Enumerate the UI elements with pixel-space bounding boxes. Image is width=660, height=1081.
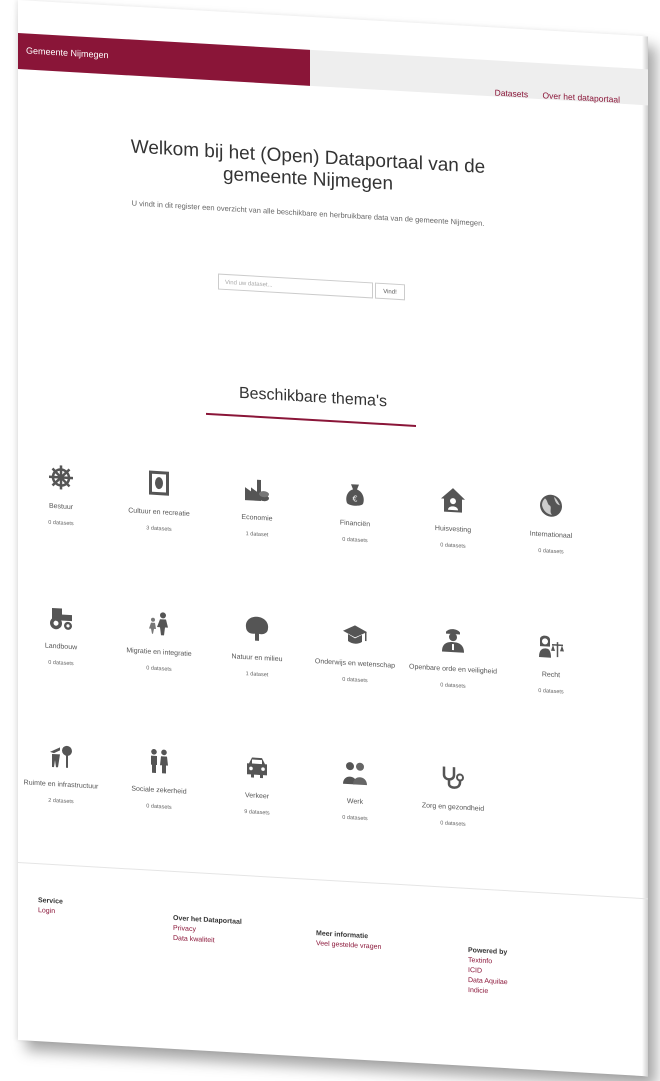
tractor-icon (48, 604, 74, 631)
theme-count: 2 datasets (48, 797, 74, 806)
police-officer-icon (440, 626, 466, 653)
construction-icon (48, 742, 74, 769)
brand-name: Gemeente Nijmegen (26, 45, 109, 61)
search-input[interactable]: Vind uw dataset... (218, 273, 373, 299)
theme-tile-natuur[interactable]: Natuur en milieu 1 dataset (212, 613, 302, 680)
theme-count: 0 datasets (146, 665, 172, 673)
nav-link-datasets[interactable]: Datasets (495, 87, 529, 99)
theme-label: Cultuur en recreatie (128, 507, 190, 518)
theme-label: Natuur en milieu (231, 653, 283, 664)
theme-count: 0 datasets (440, 820, 466, 828)
theme-label: Financiën (339, 519, 371, 529)
theme-count: 9 datasets (244, 809, 270, 817)
theme-tile-internationaal[interactable]: Internationaal 0 datasets (506, 490, 596, 557)
workers-icon (342, 759, 368, 786)
house-icon (440, 486, 466, 513)
migration-icon (146, 609, 172, 636)
theme-label: Werk (346, 797, 364, 806)
car-icon (244, 753, 270, 780)
theme-count: 0 datasets (48, 519, 74, 528)
theme-tile-openbare-orde[interactable]: Openbare orde en veiligheid 0 datasets (408, 624, 498, 691)
theme-tile-economie[interactable]: Economie 1 dataset (212, 473, 302, 540)
graduation-cap-icon (342, 621, 368, 648)
theme-label: Verkeer (244, 792, 270, 801)
theme-count: 0 datasets (146, 803, 172, 811)
theme-label: Bestuur (48, 502, 74, 512)
family-icon (146, 747, 172, 774)
theme-tile-bestuur[interactable]: Bestuur 0 datasets (18, 462, 106, 529)
ship-wheel-icon (48, 464, 74, 491)
page-edge-shading (642, 35, 648, 1077)
theme-label: Zorg en gezondheid (421, 802, 485, 813)
theme-count: 3 datasets (146, 525, 172, 533)
theme-label: Landbouw (44, 642, 78, 652)
search-form: Vind uw dataset... Vind! (218, 273, 408, 303)
theme-tile-migratie[interactable]: Migratie en integratie 0 datasets (114, 608, 204, 675)
theme-tile-landbouw[interactable]: Landbouw 0 datasets (18, 602, 106, 669)
theme-count: 0 datasets (342, 676, 368, 685)
theme-label: Migratie en integratie (126, 647, 192, 659)
theme-label: Onderwijs en wetenschap (314, 658, 396, 670)
footer-meer: Meer informatie Veel gestelde vragen (316, 929, 381, 953)
theme-label: Sociale zekerheid (131, 785, 187, 796)
brand-bar[interactable]: Gemeente Nijmegen (18, 33, 310, 86)
theme-tile-huisvesting[interactable]: Huisvesting 0 datasets (408, 484, 498, 551)
stethoscope-icon (440, 764, 466, 791)
theme-count: 1 dataset (245, 531, 269, 539)
theme-tile-sociale-zekerheid[interactable]: Sociale zekerheid 0 datasets (114, 746, 204, 813)
page-card: Gemeente Nijmegen Datasets Over het data… (18, 0, 648, 1077)
page-subtitle: U vindt in dit register een overzicht va… (131, 198, 485, 228)
factory-coins-icon (244, 475, 270, 502)
theme-label: Economie (241, 513, 273, 523)
theme-label: Huisvesting (434, 525, 472, 535)
judge-scales-icon (538, 632, 564, 659)
footer-over: Over het Dataportaal Privacy Data kwalit… (173, 914, 242, 948)
footer-divider (18, 862, 648, 900)
themes-divider (206, 412, 416, 427)
search-button[interactable]: Vind! (375, 282, 405, 301)
footer-link-login[interactable]: Login (38, 906, 63, 917)
theme-count: 0 datasets (538, 548, 564, 556)
theme-tile-zorg[interactable]: Zorg en gezondheid 0 datasets (408, 762, 498, 829)
themes-heading: Beschikbare thema's (238, 384, 387, 411)
globe-icon (538, 492, 564, 519)
svg-text:€: € (352, 494, 357, 503)
theme-count: 0 datasets (342, 536, 368, 545)
theme-tile-ruimte[interactable]: Ruimte en infrastructuur 2 datasets (18, 740, 106, 807)
theme-tile-onderwijs[interactable]: Onderwijs en wetenschap 0 datasets (310, 619, 400, 686)
theme-count: 0 datasets (440, 542, 466, 550)
footer-service: Service Login (38, 896, 63, 917)
theme-tile-cultuur[interactable]: Cultuur en recreatie 3 datasets (114, 468, 204, 535)
theme-count: 1 dataset (245, 671, 269, 679)
theme-label: Recht (541, 671, 561, 680)
tree-icon (244, 615, 270, 642)
theme-count: 0 datasets (538, 688, 564, 696)
theme-tile-recht[interactable]: Recht 0 datasets (506, 630, 596, 697)
page-title: Welkom bij het (Open) Dataportaal van de… (130, 136, 486, 195)
money-bag-icon: € (342, 481, 368, 508)
theme-tile-verkeer[interactable]: Verkeer 9 datasets (212, 751, 302, 818)
theme-label: Internationaal (529, 530, 573, 540)
theme-label: Ruimte en infrastructuur (23, 779, 99, 791)
theme-tile-financien[interactable]: € Financiën 0 datasets (310, 479, 400, 546)
theme-label: Openbare orde en veiligheid (409, 663, 497, 676)
theme-count: 0 datasets (48, 659, 74, 668)
painting-icon (146, 469, 172, 496)
footer-powered: Powered by Textinfo ICID Data Aquilae In… (468, 946, 508, 998)
theme-tile-werk[interactable]: Werk 0 datasets (310, 757, 400, 824)
theme-count: 0 datasets (440, 682, 466, 690)
theme-count: 0 datasets (342, 814, 368, 823)
